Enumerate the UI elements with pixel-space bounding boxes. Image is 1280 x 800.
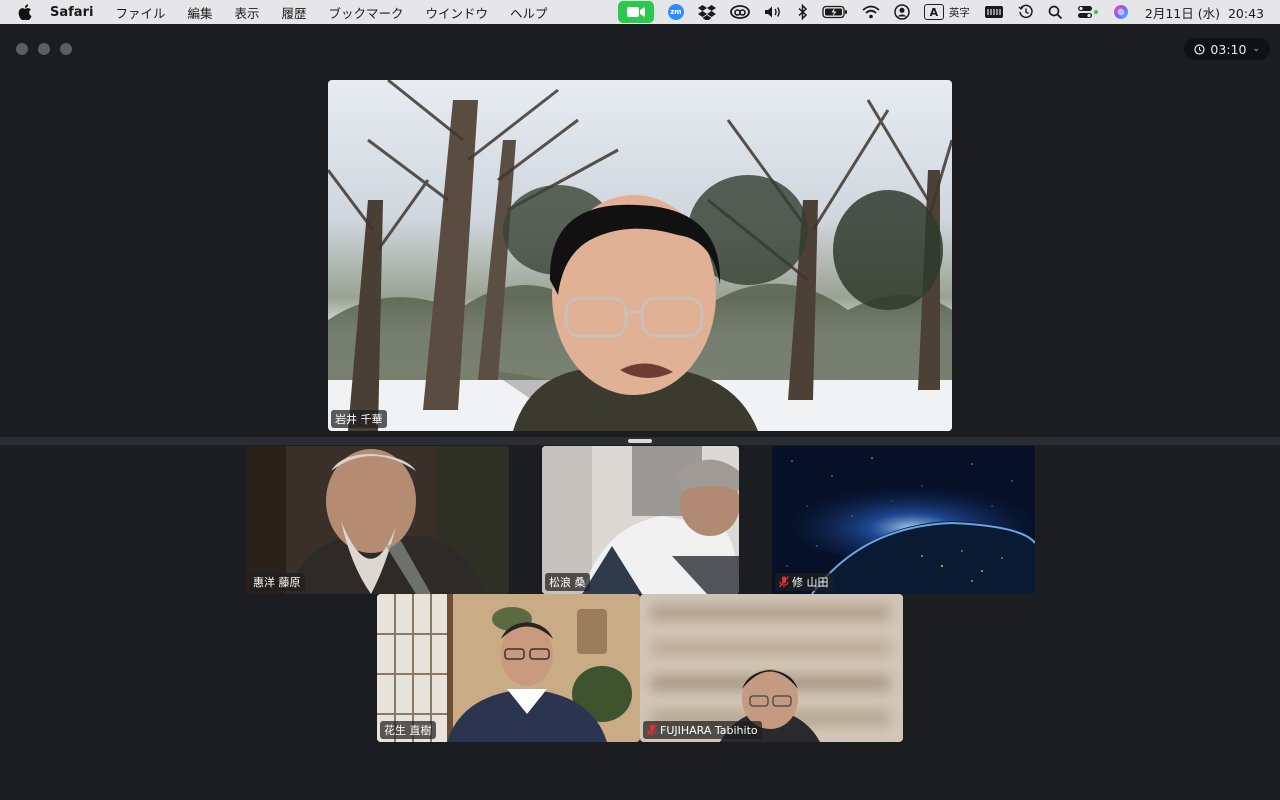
siri-icon[interactable] [1113, 0, 1129, 24]
video-feed [246, 446, 509, 594]
wifi-icon[interactable] [862, 0, 880, 24]
clock-time: 20:43 [1227, 5, 1264, 21]
input-source-letter: A [923, 4, 944, 20]
participant-name-tag: 花生 直樹 [380, 721, 436, 739]
active-speaker-video[interactable]: 岩井 千華 [328, 80, 952, 431]
video-feed [377, 594, 640, 742]
participant-video-1[interactable]: 惠洋 藤原 [246, 446, 509, 594]
mic-muted-icon [647, 724, 657, 736]
creative-cloud-icon[interactable] [729, 0, 750, 24]
video-feed [772, 446, 1035, 594]
menu-bookmarks[interactable]: ブックマーク [329, 3, 404, 22]
participant-name: 松浪 桑 [549, 576, 586, 589]
clock-date: 2月11日 (水) [1144, 5, 1220, 21]
battery-icon[interactable] [822, 0, 848, 24]
keyboard-icon[interactable] [984, 0, 1004, 24]
participant-video-4[interactable]: 花生 直樹 [377, 594, 640, 742]
menubar-clock[interactable]: 2月11日 (水) 20:43 [1145, 3, 1264, 22]
speaker-name-tag: 岩井 千華 [331, 410, 387, 428]
time-machine-icon[interactable] [1018, 0, 1034, 24]
minimize-window-button[interactable] [38, 43, 50, 55]
participant-name: 惠洋 藤原 [253, 576, 301, 589]
volume-icon[interactable] [764, 0, 784, 24]
zm-label: zm [667, 4, 684, 20]
participant-video-2[interactable]: 松浪 桑 [542, 446, 739, 594]
menu-window[interactable]: ウインドウ [426, 3, 489, 22]
app-name[interactable]: Safari [50, 5, 93, 20]
participant-name-tag: 惠洋 藤原 [249, 573, 305, 591]
meeting-timer-value: 03:10 [1210, 41, 1247, 57]
zoom-video-icon[interactable] [617, 1, 654, 23]
dropbox-icon[interactable] [697, 0, 716, 24]
menu-file[interactable]: ファイル [115, 3, 165, 22]
fullscreen-window-button[interactable] [60, 43, 72, 55]
input-source-label: 英字 [948, 6, 970, 19]
zoom-meeting-window: 03:10 ⌄ 岩井 千華 惠洋 藤原 松浪 桑 修 山田 花生 直樹 FUJI… [0, 26, 1280, 800]
apple-icon[interactable] [18, 3, 34, 21]
control-center-icon[interactable] [1077, 0, 1099, 24]
resize-handle[interactable] [628, 439, 652, 443]
participant-name: FUJIHARA Tabihito [660, 723, 758, 737]
participant-name: 花生 直樹 [384, 724, 432, 737]
menu-help[interactable]: ヘルプ [510, 3, 548, 22]
participant-name-tag: 松浪 桑 [545, 573, 590, 591]
video-feed [542, 446, 739, 594]
participant-video-3[interactable]: 修 山田 [772, 446, 1035, 594]
participant-name-tag: FUJIHARA Tabihito [643, 721, 762, 739]
menu-view[interactable]: 表示 [234, 3, 259, 22]
meeting-timer[interactable]: 03:10 ⌄ [1184, 38, 1270, 60]
window-controls [16, 43, 82, 55]
user-icon[interactable] [894, 0, 910, 24]
video-feed [328, 80, 952, 431]
participant-video-5[interactable]: FUJIHARA Tabihito [640, 594, 903, 742]
participant-name: 修 山田 [792, 576, 829, 589]
speaker-name: 岩井 千華 [335, 413, 383, 426]
participant-name-tag: 修 山田 [775, 573, 833, 591]
input-source-icon[interactable]: A 英字 [923, 0, 970, 24]
menu-bar: Safari ファイル 編集 表示 履歴 ブックマーク ウインドウ ヘルプ zm [0, 0, 1280, 24]
menu-history[interactable]: 履歴 [281, 3, 306, 22]
zoom-app-icon[interactable]: zm [667, 0, 684, 24]
close-window-button[interactable] [16, 43, 28, 55]
video-feed [640, 594, 903, 742]
menu-edit[interactable]: 編集 [187, 3, 212, 22]
layout-divider[interactable] [0, 437, 1280, 445]
mic-muted-icon [779, 576, 789, 588]
bluetooth-icon[interactable] [798, 0, 808, 24]
search-icon[interactable] [1048, 0, 1063, 24]
chevron-down-icon: ⌄ [1252, 44, 1260, 54]
clock-icon [1194, 43, 1206, 55]
